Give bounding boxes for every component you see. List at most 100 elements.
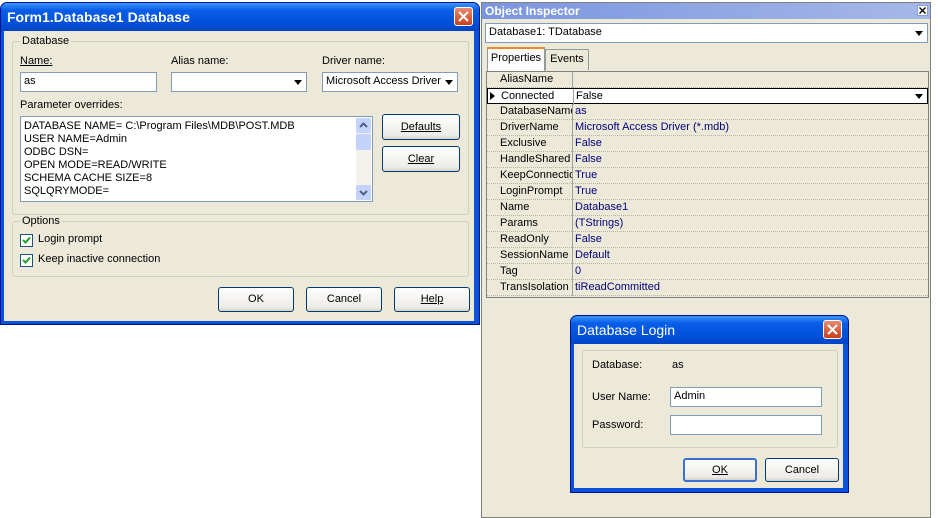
property-row-handleshared[interactable]: HandleShared False [487, 152, 928, 168]
component-dropdown-button[interactable] [911, 25, 926, 41]
property-value[interactable]: False [575, 137, 602, 149]
login-dialog-close-button[interactable] [823, 320, 842, 339]
property-value[interactable]: as [575, 105, 587, 117]
column-divider[interactable] [572, 152, 573, 168]
connected-dropdown-button[interactable] [912, 89, 926, 103]
property-name: Tag [500, 265, 518, 277]
column-divider[interactable] [572, 248, 573, 264]
property-row-connected[interactable]: Connected False [487, 88, 928, 105]
tab-events[interactable]: Events [545, 49, 589, 70]
params-lines: DATABASE NAME= C:\Program Files\MDB\POST… [24, 120, 295, 198]
column-divider[interactable] [572, 184, 573, 200]
property-row-drivername[interactable]: DriverName Microsoft Access Driver (*.mdb… [487, 120, 928, 136]
property-row-readonly[interactable]: ReadOnly False [487, 232, 928, 248]
property-row-tag[interactable]: Tag 0 [487, 264, 928, 280]
property-value[interactable]: True [575, 185, 597, 197]
component-selector-value: Database1: TDatabase [489, 26, 602, 38]
column-divider[interactable] [573, 89, 574, 105]
property-name: DriverName [500, 121, 559, 133]
property-row-databasename[interactable]: DatabaseName as [487, 104, 928, 120]
property-row-loginprompt[interactable]: LoginPrompt True [487, 184, 928, 200]
check-icon [22, 256, 31, 264]
property-name: Params [500, 217, 538, 229]
scroll-up-button[interactable] [356, 118, 371, 133]
property-row-params[interactable]: Params (TStrings) [487, 216, 928, 232]
help-button[interactable]: Help [394, 287, 470, 312]
scroll-down-button[interactable] [356, 185, 371, 200]
column-divider[interactable] [572, 72, 573, 88]
keep-inactive-label[interactable]: Keep inactive connection [38, 253, 160, 265]
column-divider[interactable] [572, 136, 573, 152]
login-prompt-checkbox[interactable] [20, 234, 33, 247]
component-selector[interactable]: Database1: TDatabase [485, 23, 928, 43]
params-label: Parameter overrides: [20, 99, 123, 111]
property-name: Connected [501, 90, 555, 102]
property-value[interactable]: False [575, 233, 602, 245]
chevron-down-icon [359, 190, 368, 196]
options-group-label: Options [20, 215, 62, 227]
selected-row-indicator [490, 92, 495, 100]
property-name: Name [500, 201, 530, 213]
property-name: ReadOnly [500, 233, 549, 245]
property-row-keepconnection[interactable]: KeepConnectionTrue [487, 168, 928, 184]
tab-properties[interactable]: Properties [487, 47, 545, 71]
driver-dropdown-button[interactable] [441, 74, 456, 90]
property-row-aliasname[interactable]: AliasName [487, 72, 928, 88]
database-group-label: Database [20, 35, 72, 47]
name-label: Name: [20, 55, 53, 67]
property-value[interactable]: tiReadCommitted [575, 281, 660, 293]
chevron-down-icon [445, 80, 453, 85]
user-name-input[interactable]: Admin [670, 387, 822, 407]
cancel-button[interactable]: Cancel [306, 287, 382, 312]
property-value[interactable]: 0 [575, 265, 581, 277]
property-value[interactable]: Database1 [575, 201, 628, 213]
property-value[interactable]: False [575, 153, 602, 165]
options-group [12, 221, 469, 277]
column-divider[interactable] [572, 264, 573, 280]
column-divider[interactable] [572, 232, 573, 248]
clear-button[interactable]: Clear [382, 146, 460, 172]
driver-combo[interactable]: Microsoft Access Driver [322, 72, 458, 92]
property-name: KeepConnection [500, 169, 572, 181]
name-input[interactable]: as [20, 72, 157, 92]
property-name: AliasName [500, 73, 554, 85]
property-value[interactable]: Microsoft Access Driver (*.mdb) [575, 121, 729, 133]
login-ok-button[interactable]: OK [683, 458, 757, 482]
login-cancel-button[interactable]: Cancel [765, 458, 839, 482]
close-icon [919, 7, 926, 14]
alias-label: Alias name: [171, 55, 229, 67]
column-divider[interactable] [572, 200, 573, 216]
object-inspector-title: Object Inspector [482, 3, 930, 19]
driver-label: Driver name: [322, 55, 385, 67]
alias-combo[interactable] [171, 72, 307, 92]
keep-inactive-checkbox[interactable] [20, 254, 33, 267]
close-icon [827, 324, 838, 335]
ok-button[interactable]: OK [218, 287, 294, 312]
login-dialog-client: Database: as User Name: Admin Password: … [574, 344, 843, 488]
password-input[interactable] [670, 415, 822, 435]
database-dialog-close-button[interactable] [454, 7, 473, 26]
params-memo[interactable]: DATABASE NAME= C:\Program Files\MDB\POST… [20, 116, 373, 202]
defaults-button[interactable]: Defaults [382, 114, 460, 140]
check-icon [22, 236, 31, 244]
property-value[interactable]: (TStrings) [575, 217, 623, 229]
property-row-exclusive[interactable]: Exclusive False [487, 136, 928, 152]
property-grid: AliasName Connected False DatabaseName as Dri… [486, 71, 929, 298]
column-divider[interactable] [572, 168, 573, 184]
column-divider[interactable] [572, 216, 573, 232]
property-value[interactable]: Default [575, 249, 610, 261]
property-row-sessionname[interactable]: SessionName Default [487, 248, 928, 264]
property-value[interactable]: True [575, 169, 597, 181]
column-divider[interactable] [572, 104, 573, 120]
alias-dropdown-button[interactable] [290, 74, 305, 90]
login-prompt-label[interactable]: Login prompt [38, 233, 102, 245]
property-row-name[interactable]: Name Database1 [487, 200, 928, 216]
column-divider[interactable] [572, 120, 573, 136]
params-scrollbar[interactable] [356, 118, 371, 200]
object-inspector-close-button[interactable] [917, 5, 928, 16]
scroll-thumb[interactable] [356, 134, 371, 150]
param-line: OPEN MODE=READ/WRITE [24, 159, 167, 171]
property-value[interactable]: False [576, 90, 603, 102]
column-divider[interactable] [572, 280, 573, 296]
property-row-transisolation[interactable]: TransIsolation tiReadCommitted [487, 280, 928, 296]
